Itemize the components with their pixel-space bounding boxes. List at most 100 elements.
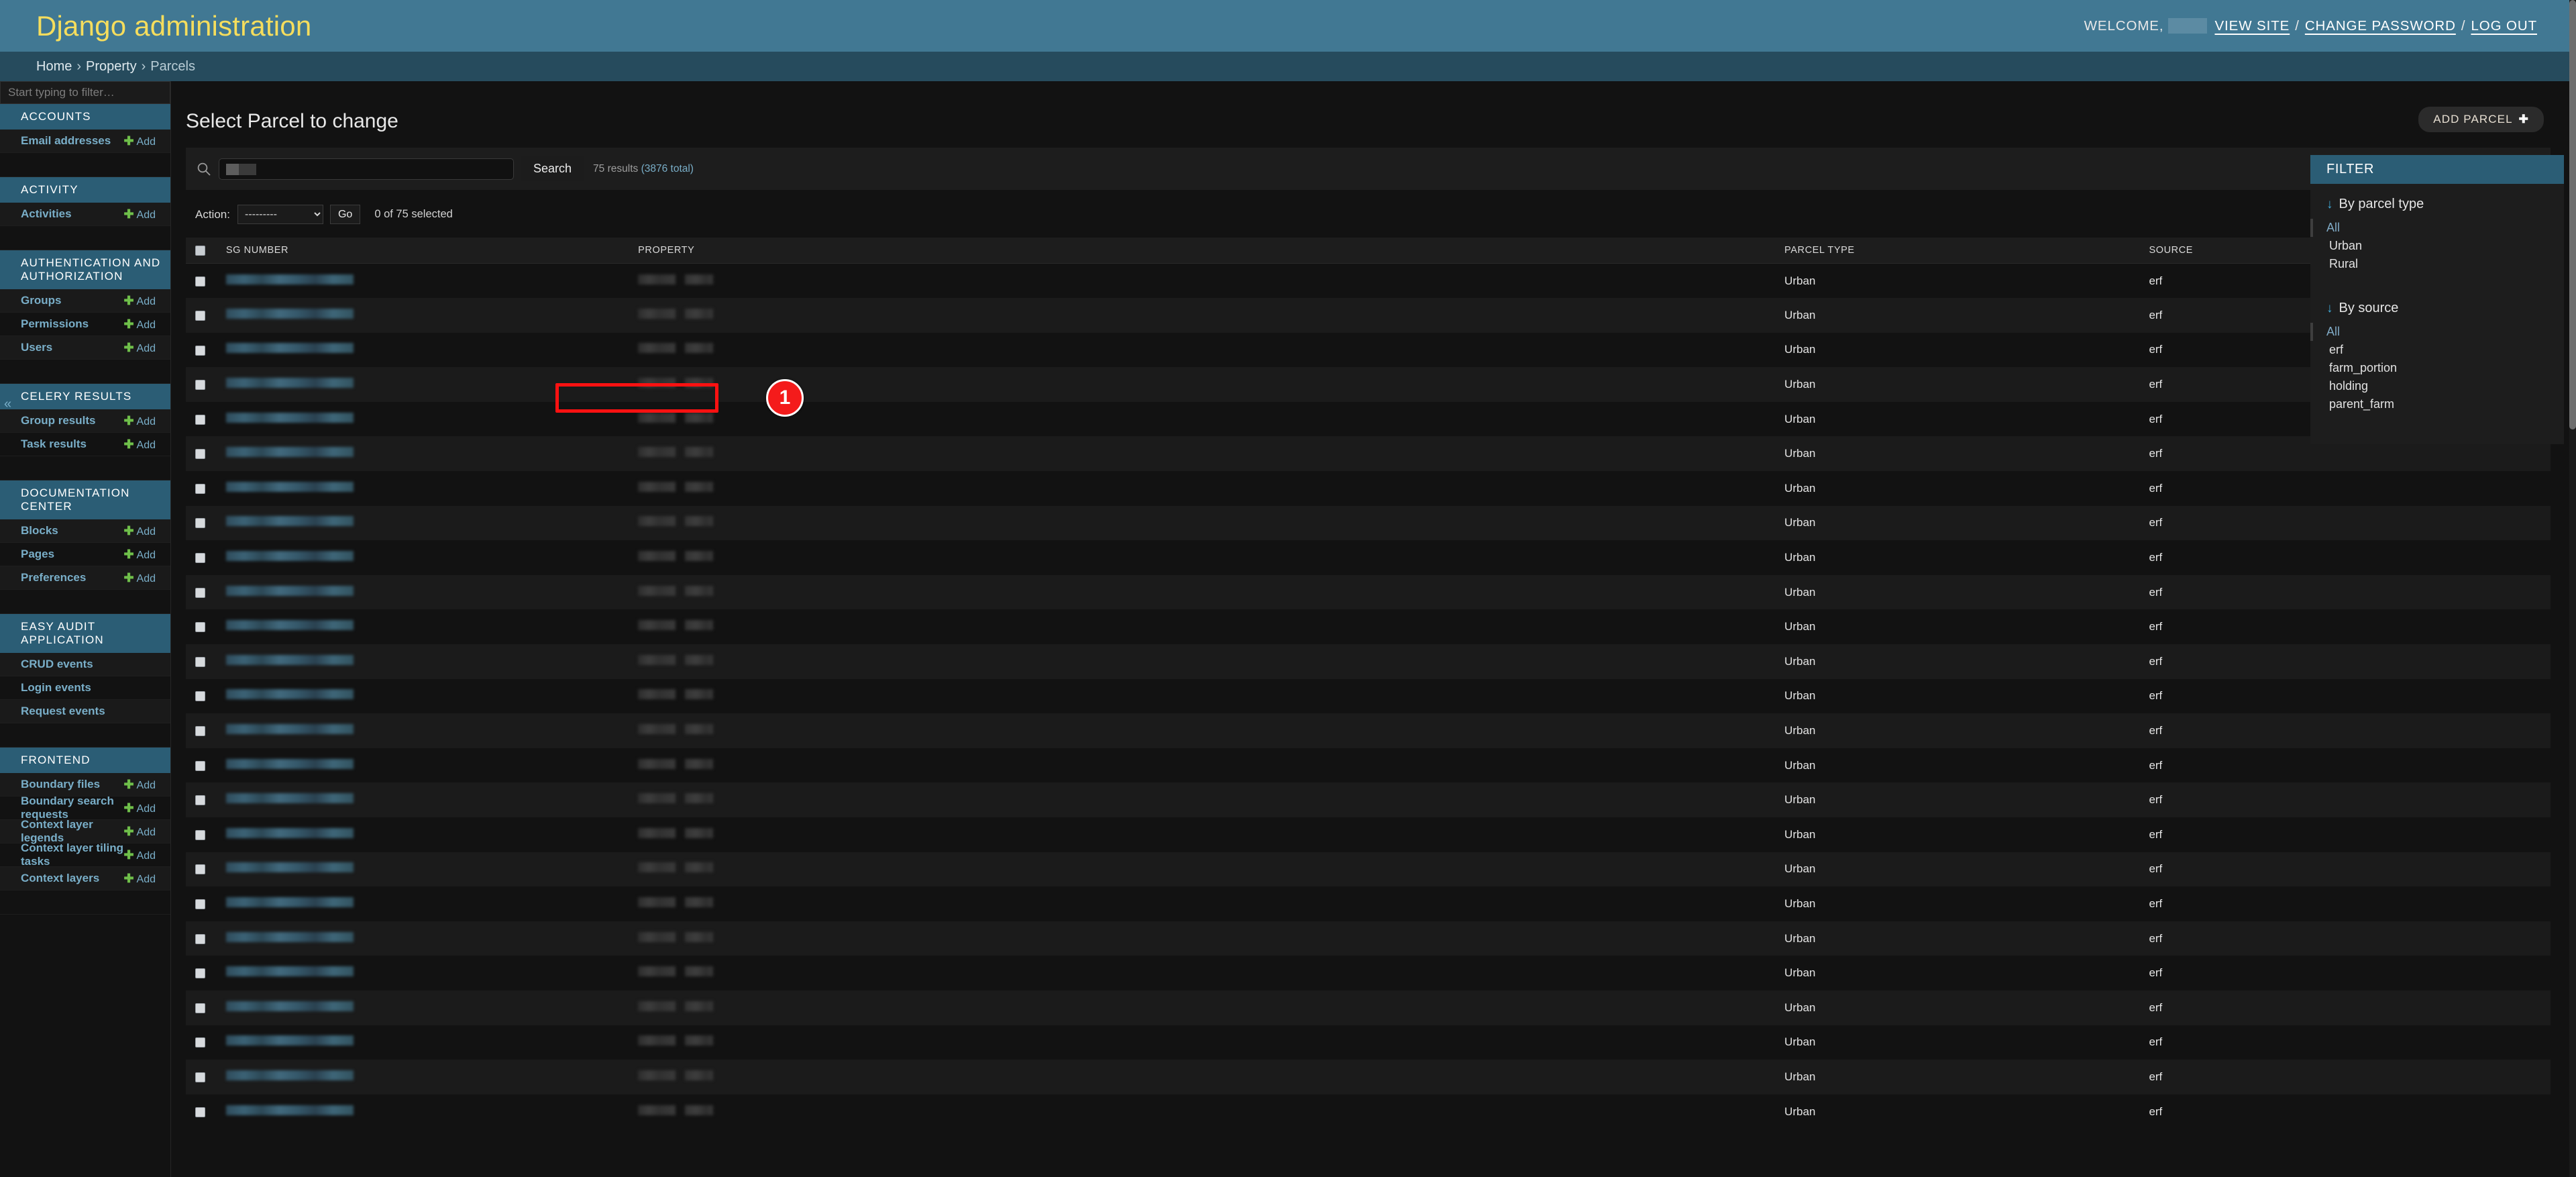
table-row[interactable]: Urban erf <box>186 678 2551 714</box>
column-header-sg-number[interactable]: SG NUMBER <box>225 238 639 264</box>
log-out-link[interactable]: LOG OUT <box>2471 18 2537 34</box>
row-checkbox[interactable] <box>195 864 205 875</box>
row-select-cell[interactable] <box>186 1060 226 1094</box>
add-link[interactable]: ✚ Add <box>123 438 156 452</box>
table-row[interactable]: Urban erf <box>186 505 2551 541</box>
table-row[interactable]: Urban erf <box>186 1094 2551 1129</box>
filter-option-link[interactable]: holding <box>2329 379 2368 393</box>
filter-option-link[interactable]: All <box>2326 325 2340 338</box>
cell-sg-number[interactable] <box>225 956 638 990</box>
cell-sg-number[interactable] <box>225 471 638 506</box>
cell-sg-number[interactable] <box>225 990 638 1025</box>
row-checkbox[interactable] <box>195 449 205 460</box>
cell-sg-number[interactable] <box>225 1094 638 1129</box>
filter-option[interactable]: parent_farm <box>2310 395 2564 413</box>
sidebar-item-boundary-files[interactable]: Boundary files <box>21 778 100 791</box>
row-select-cell[interactable] <box>186 1094 226 1129</box>
filter-option[interactable]: erf <box>2310 341 2564 359</box>
sidebar-item-blocks[interactable]: Blocks <box>21 524 58 538</box>
table-row[interactable]: Urban erf <box>186 1025 2551 1060</box>
row-checkbox[interactable] <box>195 760 205 771</box>
row-select-cell[interactable] <box>186 782 226 817</box>
row-select-cell[interactable] <box>186 644 226 679</box>
sidebar-item-boundary-search-requests[interactable]: Boundary search requests <box>21 795 123 821</box>
add-parcel-button[interactable]: ADD PARCEL ✚ <box>2418 107 2544 132</box>
cell-sg-number[interactable] <box>225 609 638 644</box>
cell-sg-number[interactable] <box>225 713 638 748</box>
row-select-cell[interactable] <box>186 506 226 541</box>
table-row[interactable]: Urban erf <box>186 367 2551 402</box>
row-select-cell[interactable] <box>186 852 226 887</box>
cell-sg-number[interactable] <box>225 679 638 714</box>
row-checkbox[interactable] <box>195 1107 205 1117</box>
add-link[interactable]: ✚ Add <box>123 134 156 148</box>
add-link[interactable]: ✚ Add <box>123 317 156 331</box>
filter-option[interactable]: Urban <box>2310 237 2564 255</box>
table-row[interactable]: Urban erf <box>186 852 2551 887</box>
sidebar-item-context-layer-legends[interactable]: Context layer legends <box>21 818 123 845</box>
cell-sg-number[interactable] <box>225 506 638 541</box>
action-go-button[interactable]: Go <box>329 205 361 224</box>
row-checkbox[interactable] <box>195 518 205 529</box>
add-link[interactable]: ✚ Add <box>123 207 156 221</box>
row-select-cell[interactable] <box>186 817 226 852</box>
sidebar-item-crud-events[interactable]: CRUD events <box>21 658 93 671</box>
nav-filter-input[interactable] <box>0 81 170 104</box>
row-checkbox[interactable] <box>195 587 205 598</box>
sidebar-item-preferences[interactable]: Preferences <box>21 571 86 584</box>
view-site-link[interactable]: VIEW SITE <box>2214 18 2290 34</box>
row-select-cell[interactable] <box>186 367 226 402</box>
row-checkbox[interactable] <box>195 795 205 806</box>
filter-option[interactable]: holding <box>2310 377 2564 395</box>
row-checkbox[interactable] <box>195 622 205 633</box>
add-link[interactable]: ✚ Add <box>123 341 156 355</box>
sidebar-item-activities[interactable]: Activities <box>21 207 72 221</box>
select-all-checkbox[interactable] <box>195 245 205 256</box>
row-checkbox[interactable] <box>195 899 205 909</box>
row-checkbox[interactable] <box>195 933 205 944</box>
row-checkbox[interactable] <box>195 310 205 321</box>
table-row[interactable]: Urban erf <box>186 956 2551 990</box>
row-checkbox[interactable] <box>195 380 205 391</box>
filter-option[interactable]: All <box>2310 323 2564 341</box>
add-link[interactable]: ✚ Add <box>123 778 156 792</box>
cell-sg-number[interactable] <box>225 264 638 299</box>
sidebar-item-permissions[interactable]: Permissions <box>21 317 89 331</box>
sidebar-item-request-events[interactable]: Request events <box>21 705 105 718</box>
row-select-cell[interactable] <box>186 471 226 506</box>
row-select-cell[interactable] <box>186 298 226 333</box>
row-select-cell[interactable] <box>186 921 226 956</box>
filter-option[interactable]: Rural <box>2310 255 2564 273</box>
row-checkbox[interactable] <box>195 276 205 287</box>
filter-option-link[interactable]: parent_farm <box>2329 397 2394 411</box>
row-checkbox[interactable] <box>195 829 205 840</box>
total-count-link[interactable]: (3876 total) <box>641 163 694 174</box>
search-button[interactable]: Search <box>521 156 584 181</box>
cell-sg-number[interactable] <box>225 298 638 333</box>
table-row[interactable]: Urban erf <box>186 921 2551 956</box>
cell-sg-number[interactable] <box>225 333 638 368</box>
filter-option[interactable]: All <box>2310 219 2564 237</box>
filter-option-link[interactable]: All <box>2326 221 2340 234</box>
sidebar-item-email-addresses[interactable]: Email addresses <box>21 134 111 148</box>
table-row[interactable]: Urban erf <box>186 540 2551 575</box>
row-select-cell[interactable] <box>186 748 226 783</box>
row-select-cell[interactable] <box>186 402 226 437</box>
add-link[interactable]: ✚ Add <box>123 801 156 815</box>
page-scrollbar[interactable] <box>2569 0 2576 1177</box>
table-row[interactable]: Urban erf <box>186 436 2551 472</box>
add-link[interactable]: ✚ Add <box>123 294 156 308</box>
row-select-cell[interactable] <box>186 436 226 471</box>
add-link[interactable]: ✚ Add <box>123 414 156 428</box>
add-link[interactable]: ✚ Add <box>123 848 156 862</box>
row-select-cell[interactable] <box>186 264 226 299</box>
breadcrumb-home[interactable]: Home <box>36 59 72 74</box>
row-select-cell[interactable] <box>186 956 226 990</box>
table-row[interactable]: Urban erf <box>186 713 2551 748</box>
sidebar-item-pages[interactable]: Pages <box>21 548 54 561</box>
cell-sg-number[interactable] <box>225 852 638 887</box>
cell-sg-number[interactable] <box>225 540 638 575</box>
table-row[interactable]: Urban erf <box>186 401 2551 437</box>
cell-sg-number[interactable] <box>225 886 638 921</box>
cell-sg-number[interactable] <box>225 921 638 956</box>
